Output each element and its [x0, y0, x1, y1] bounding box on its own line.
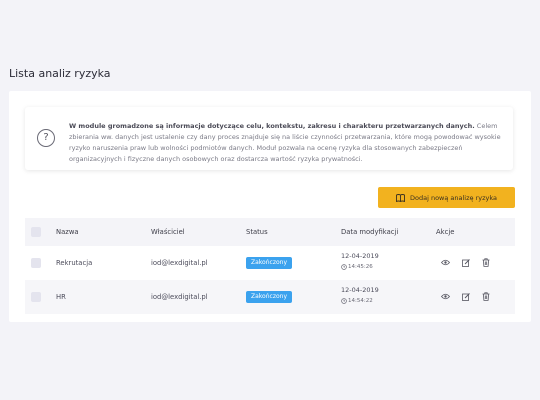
header-name[interactable]: Nazwa [56, 228, 79, 236]
clock-icon [341, 298, 347, 304]
row-time: 14:45:26 [341, 264, 373, 270]
row-time-value: 14:45:26 [348, 264, 373, 270]
book-icon [396, 193, 405, 202]
risk-analysis-card: ? W module gromadzone są informacje doty… [9, 91, 531, 322]
row-owner: iod@lexdigital.pl [151, 293, 208, 301]
row-time: 14:54:22 [341, 298, 373, 304]
row-name: HR [56, 293, 66, 301]
row-name: Rekrutacja [56, 259, 93, 267]
edit-icon[interactable] [461, 292, 470, 301]
question-circle-icon: ? [37, 129, 55, 147]
edit-icon[interactable] [461, 258, 470, 267]
add-risk-analysis-label: Dodaj nową analizę ryzyka [409, 193, 497, 202]
table-header: Nazwa Właściciel Status Data modyfikacji… [25, 218, 515, 246]
eye-icon[interactable] [441, 292, 450, 301]
row-date: 12-04-2019 [341, 286, 379, 294]
header-actions: Akcje [436, 228, 455, 236]
row-checkbox[interactable] [31, 292, 41, 302]
status-badge: Zakończony [246, 291, 292, 303]
row-owner: iod@lexdigital.pl [151, 259, 208, 267]
trash-icon[interactable] [481, 258, 490, 267]
header-owner[interactable]: Właściciel [151, 228, 185, 236]
info-text-bold: W module gromadzone są informacje dotycz… [69, 122, 475, 130]
eye-icon[interactable] [441, 258, 450, 267]
trash-icon[interactable] [481, 292, 490, 301]
info-box: ? W module gromadzone są informacje doty… [25, 107, 513, 170]
header-date[interactable]: Data modyfikacji [341, 228, 398, 236]
risk-analysis-table: Nazwa Właściciel Status Data modyfikacji… [25, 218, 515, 314]
clock-icon [341, 264, 347, 270]
row-checkbox[interactable] [31, 258, 41, 268]
table-row: Rekrutacja iod@lexdigital.pl Zakończony … [25, 246, 515, 280]
page-title: Lista analiz ryzyka [9, 67, 111, 80]
add-risk-analysis-button[interactable]: Dodaj nową analizę ryzyka [378, 187, 515, 208]
header-status[interactable]: Status [246, 228, 268, 236]
row-date: 12-04-2019 [341, 252, 379, 260]
row-time-value: 14:54:22 [348, 298, 373, 304]
status-badge: Zakończony [246, 257, 292, 269]
table-row: HR iod@lexdigital.pl Zakończony 12-04-20… [25, 280, 515, 314]
info-text: W module gromadzone są informacje dotycz… [69, 121, 509, 165]
select-all-checkbox[interactable] [31, 227, 41, 237]
